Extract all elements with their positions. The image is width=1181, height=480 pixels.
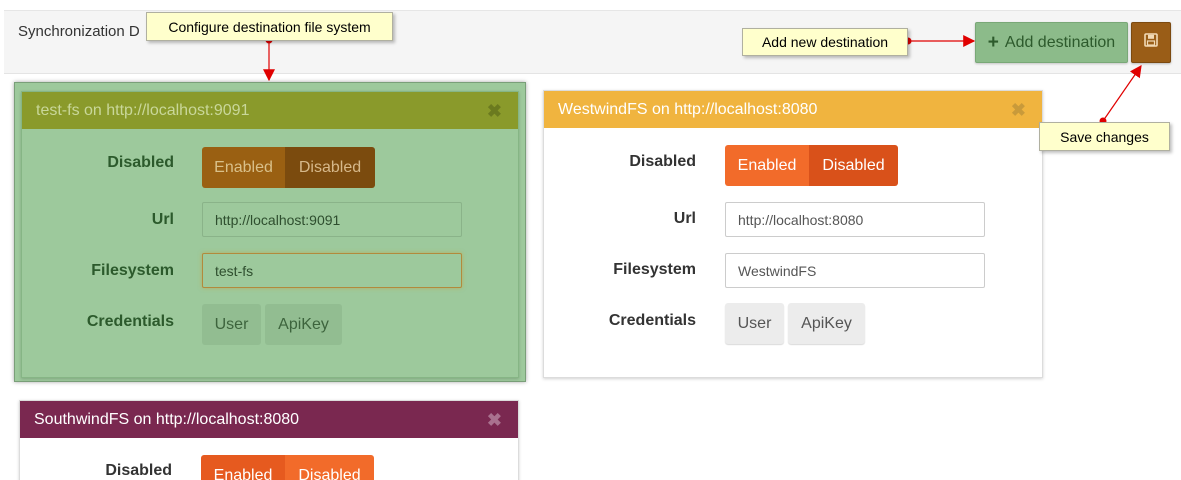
plus-icon: + (987, 32, 999, 53)
disabled-label: Disabled (105, 462, 172, 479)
close-icon[interactable]: ✖ (1011, 101, 1026, 119)
card-header: test-fs on http://localhost:9091 ✖ (22, 92, 518, 129)
close-icon[interactable]: ✖ (487, 411, 502, 429)
url-label: Url (673, 210, 696, 227)
url-label: Url (151, 211, 174, 228)
toggle-enabled[interactable]: Enabled (201, 455, 285, 480)
credentials-user-button[interactable]: User (725, 303, 784, 344)
highlight-frame: test-fs on http://localhost:9091 ✖ Disab… (14, 82, 526, 382)
filesystem-label: Filesystem (613, 261, 696, 278)
credentials-label: Credentials (86, 313, 174, 330)
enabled-toggle[interactable]: Enabled Disabled (202, 147, 375, 188)
toggle-disabled[interactable]: Disabled (809, 145, 898, 186)
destination-card-southwind: SouthwindFS on http://localhost:8080 ✖ D… (19, 400, 519, 480)
callout-save: Save changes (1039, 122, 1170, 151)
url-input[interactable]: http://localhost:9091 (202, 202, 462, 237)
credentials-user-button[interactable]: User (202, 304, 261, 345)
card-header: SouthwindFS on http://localhost:8080 ✖ (20, 401, 518, 438)
enabled-toggle[interactable]: Enabled Disabled (725, 145, 898, 186)
save-button[interactable] (1131, 22, 1171, 63)
filesystem-label: Filesystem (91, 262, 174, 279)
app-root: Synchronization D + Add destination test… (0, 0, 1181, 480)
add-destination-button[interactable]: + Add destination (975, 22, 1128, 63)
credentials-apikey-button[interactable]: ApiKey (265, 304, 342, 345)
disabled-label: Disabled (107, 154, 174, 171)
callout-configure: Configure destination file system (146, 12, 393, 41)
toggle-enabled[interactable]: Enabled (202, 147, 285, 188)
disabled-label: Disabled (629, 153, 696, 170)
card-header: WestwindFS on http://localhost:8080 ✖ (544, 91, 1042, 128)
callout-add-destination: Add new destination (742, 28, 908, 56)
toggle-enabled[interactable]: Enabled (725, 145, 809, 186)
credentials-apikey-button[interactable]: ApiKey (788, 303, 865, 344)
destination-card-westwind: WestwindFS on http://localhost:8080 ✖ Di… (543, 90, 1043, 378)
credentials-label: Credentials (608, 312, 696, 329)
toggle-disabled[interactable]: Disabled (285, 455, 374, 480)
card-title: test-fs on http://localhost:9091 (36, 101, 250, 119)
filesystem-input[interactable]: test-fs (202, 253, 462, 288)
save-icon (1144, 33, 1158, 52)
enabled-toggle[interactable]: Enabled Disabled (201, 455, 374, 480)
filesystem-input[interactable]: WestwindFS (725, 253, 985, 288)
destination-card-testfs: test-fs on http://localhost:9091 ✖ Disab… (21, 91, 519, 378)
card-title: SouthwindFS on http://localhost:8080 (34, 410, 300, 428)
url-input[interactable]: http://localhost:8080 (725, 202, 985, 237)
toggle-disabled[interactable]: Disabled (285, 147, 375, 188)
card-title: WestwindFS on http://localhost:8080 (558, 100, 818, 118)
add-destination-label: Add destination (1004, 33, 1116, 51)
page-title: Synchronization D (18, 23, 140, 40)
close-icon[interactable]: ✖ (487, 102, 502, 120)
